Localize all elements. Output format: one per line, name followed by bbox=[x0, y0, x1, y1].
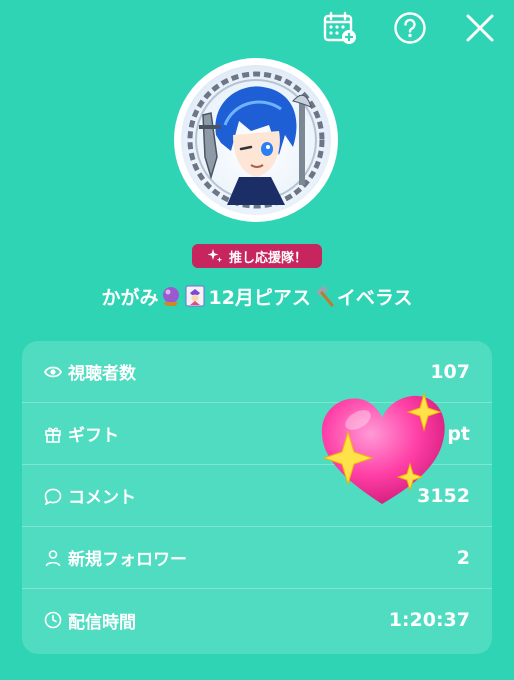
hammer-icon bbox=[316, 285, 334, 307]
stat-label: コメント bbox=[68, 488, 136, 508]
stat-label: 新規フォロワー bbox=[68, 550, 187, 570]
stat-row-viewers: 視聴者数 107 bbox=[22, 341, 492, 403]
streamer-name: かがみ 12月ピアス イベラス bbox=[0, 280, 514, 312]
joker-card-icon bbox=[185, 285, 205, 307]
close-button[interactable] bbox=[460, 8, 500, 48]
avatar[interactable] bbox=[174, 58, 338, 222]
crystal-ball-icon bbox=[163, 287, 180, 306]
stat-value: 107 bbox=[430, 360, 470, 383]
stat-label: 視聴者数 bbox=[68, 364, 136, 384]
stat-label: 配信時間 bbox=[68, 612, 136, 633]
help-button[interactable] bbox=[390, 8, 430, 48]
name-part-2: 12月ピアス bbox=[208, 286, 311, 309]
avatar-image bbox=[181, 65, 331, 215]
name-part-3: イベラス bbox=[336, 286, 413, 309]
sparkle-icon bbox=[207, 249, 223, 263]
top-bar bbox=[320, 8, 500, 48]
person-icon bbox=[45, 549, 61, 566]
stat-value: 3152 bbox=[417, 484, 470, 507]
calendar-add-icon bbox=[323, 11, 356, 44]
help-icon bbox=[394, 12, 426, 44]
eye-icon bbox=[44, 366, 62, 377]
comment-icon bbox=[44, 488, 62, 505]
stat-row-gift: ギフト pt bbox=[22, 403, 492, 465]
support-team-badge[interactable]: 推し応援隊！ bbox=[192, 244, 322, 268]
badge-label: 推し応援隊！ bbox=[228, 250, 307, 266]
calendar-add-button[interactable] bbox=[320, 8, 360, 48]
stat-row-stream-time: 配信時間 1:20:37 bbox=[22, 589, 492, 651]
stat-value: pt bbox=[447, 422, 470, 445]
name-part-1: かがみ bbox=[101, 286, 159, 309]
gift-icon bbox=[45, 427, 61, 443]
stat-row-new-followers: 新規フォロワー 2 bbox=[22, 527, 492, 589]
stat-row-comments: コメント 3152 bbox=[22, 465, 492, 527]
clock-icon bbox=[44, 611, 62, 629]
stat-value: 1:20:37 bbox=[388, 609, 470, 631]
close-icon bbox=[466, 14, 494, 42]
stat-value: 2 bbox=[456, 546, 470, 569]
stat-label: ギフト bbox=[68, 426, 119, 446]
stats-card: 視聴者数 107 ギフト pt コメント 3152 新規フォロワー 2 配信時間… bbox=[22, 341, 492, 654]
